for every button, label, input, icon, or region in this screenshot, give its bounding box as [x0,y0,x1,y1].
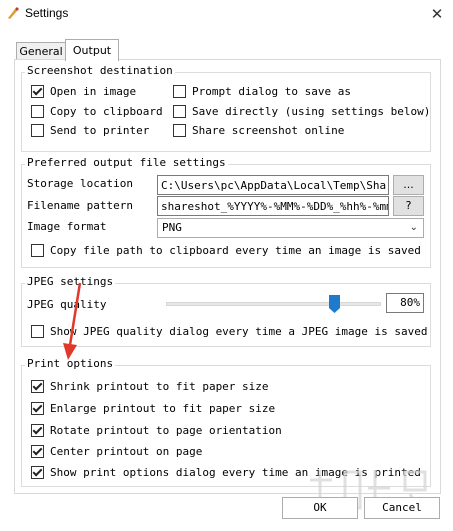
image-format-value: PNG [162,221,182,234]
checkbox-label: Show JPEG quality dialog every time a JP… [50,324,428,338]
title-bar: Settings ✕ [0,0,453,28]
tab-output[interactable]: Output [65,39,119,61]
checkbox-box[interactable] [31,84,44,98]
checkbox-box[interactable] [31,401,44,415]
pattern-help-button[interactable]: ? [393,196,424,216]
checkbox-label: Share screenshot online [192,123,345,137]
brush-icon [8,7,19,19]
cancel-button[interactable]: Cancel [364,497,440,519]
checkbox-box[interactable] [31,444,44,458]
tab-general[interactable]: General [16,42,66,60]
checkbox-box[interactable] [31,379,44,393]
show-print-dialog-checkbox[interactable]: Show print options dialog every time an … [31,464,421,480]
jpeg-quality-slider-thumb[interactable] [329,295,341,313]
checkbox-label: Send to printer [50,123,150,137]
chevron-down-icon: ⌄ [409,222,418,233]
checkbox-box[interactable] [31,423,44,437]
center-printout-checkbox[interactable]: Center printout on page [31,443,202,459]
checkbox-box[interactable] [173,84,186,98]
jpeg-quality-label: JPEG quality [27,298,107,311]
jpeg-quality-slider-track[interactable] [166,302,381,306]
browse-button[interactable]: ... [393,175,424,195]
filename-pattern-input[interactable]: shareshot_%YYYY%-%MM%-%DD%_%hh%-%mm%-% [157,196,389,216]
jpeg-quality-value[interactable]: 80% [386,293,424,313]
share-online-checkbox[interactable]: Share screenshot online [173,122,344,138]
copy-to-clipboard-checkbox[interactable]: Copy to clipboard [31,103,163,119]
group-title: Print options [25,357,116,370]
rotate-printout-checkbox[interactable]: Rotate printout to page orientation [31,422,282,438]
checkbox-box[interactable] [31,104,44,118]
save-directly-checkbox[interactable]: Save directly (using settings below) [173,103,430,119]
checkbox-label: Center printout on page [50,444,203,458]
storage-location-input[interactable]: C:\Users\pc\AppData\Local\Temp\ShareSh [157,175,389,195]
settings-window: Settings ✕ General Output Screenshot des… [0,0,453,531]
checkbox-box[interactable] [173,104,186,118]
filename-pattern-label: Filename pattern [27,199,133,212]
checkbox-box[interactable] [31,324,44,338]
copy-path-checkbox[interactable]: Copy file path to clipboard every time a… [31,242,421,258]
checkbox-label: Enlarge printout to fit paper size [50,401,276,415]
close-icon[interactable]: ✕ [421,0,453,28]
open-in-image-checkbox[interactable]: Open in image [31,83,136,99]
checkbox-label: Show print options dialog every time an … [50,465,421,479]
group-title: Screenshot destination [25,64,175,77]
image-format-label: Image format [27,220,107,233]
checkbox-box[interactable] [31,465,44,479]
checkbox-label: Save directly (using settings below) [192,104,431,118]
checkbox-label: Prompt dialog to save as [192,84,351,98]
checkbox-label: Copy file path to clipboard every time a… [50,243,421,257]
storage-location-label: Storage location [27,177,133,190]
group-title: JPEG settings [25,275,116,288]
image-format-select[interactable]: PNG ⌄ [157,218,424,238]
checkbox-label: Copy to clipboard [50,104,163,118]
send-to-printer-checkbox[interactable]: Send to printer [31,122,149,138]
group-title: Preferred output file settings [25,156,228,169]
checkbox-box[interactable] [173,123,186,137]
ok-button[interactable]: OK [282,497,358,519]
shrink-printout-checkbox[interactable]: Shrink printout to fit paper size [31,378,269,394]
checkbox-label: Rotate printout to page orientation [50,423,282,437]
checkbox-box[interactable] [31,123,44,137]
checkbox-box[interactable] [31,243,44,257]
checkbox-label: Shrink printout to fit paper size [50,379,269,393]
checkbox-label: Open in image [50,84,137,98]
prompt-save-as-checkbox[interactable]: Prompt dialog to save as [173,83,351,99]
enlarge-printout-checkbox[interactable]: Enlarge printout to fit paper size [31,400,275,416]
show-jpeg-dialog-checkbox[interactable]: Show JPEG quality dialog every time a JP… [31,323,428,339]
window-title: Settings [25,6,69,20]
